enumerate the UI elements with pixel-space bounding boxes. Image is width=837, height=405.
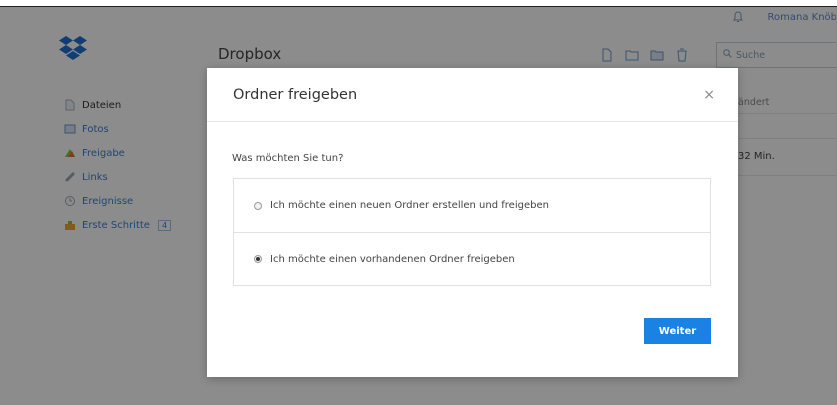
option-label: Ich möchte einen vorhandenen Ordner frei…	[270, 253, 515, 265]
option-new-folder[interactable]: Ich möchte einen neuen Ordner erstellen …	[234, 179, 710, 232]
continue-button[interactable]: Weiter	[644, 318, 711, 344]
close-icon[interactable]: ×	[703, 87, 715, 103]
radio-button-selected[interactable]	[254, 255, 262, 263]
share-folder-dialog: Ordner freigeben × Was möchten Sie tun? …	[207, 68, 738, 377]
dialog-title: Ordner freigeben	[233, 86, 358, 103]
option-list: Ich möchte einen neuen Ordner erstellen …	[233, 178, 711, 286]
radio-button[interactable]	[254, 201, 262, 210]
dialog-header: Ordner freigeben ×	[207, 68, 738, 122]
option-label: Ich möchte einen neuen Ordner erstellen …	[270, 200, 549, 211]
option-existing-folder[interactable]: Ich möchte einen vorhandenen Ordner frei…	[234, 232, 710, 285]
dialog-question: Was möchten Sie tun?	[232, 153, 344, 164]
